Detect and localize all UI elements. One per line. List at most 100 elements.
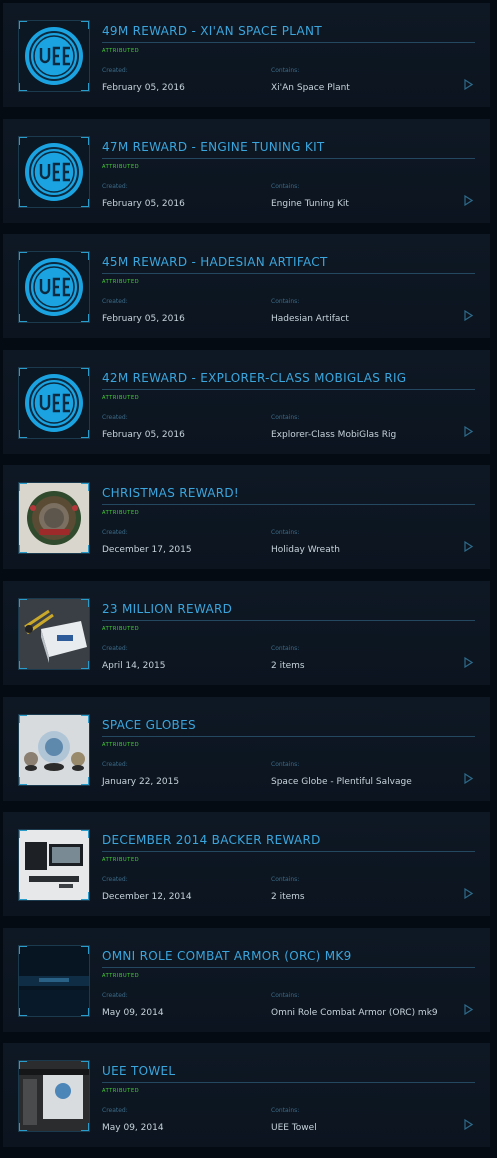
thumbnail-image xyxy=(19,1061,89,1132)
contains-value: Engine Tuning Kit xyxy=(271,198,349,209)
frame-corner xyxy=(19,252,27,261)
frame-corner xyxy=(19,1123,27,1132)
play-icon[interactable] xyxy=(464,657,473,668)
pledge-thumbnail[interactable] xyxy=(18,20,90,92)
frame-corner xyxy=(19,21,27,29)
thumbnail-image xyxy=(19,599,89,669)
contains-label: Contains: xyxy=(271,298,300,306)
contains-value: Holiday Wreath xyxy=(271,545,340,556)
pledge-thumbnail[interactable] xyxy=(18,135,90,208)
thumbnail-image xyxy=(19,367,89,438)
play-icon[interactable] xyxy=(464,772,473,784)
frame-corner xyxy=(81,599,89,607)
created-date: February 05, 2016 xyxy=(102,314,185,325)
pledge-title[interactable]: 42M REWARD - EXPLORER-CLASS MOBIGLAS RIG xyxy=(102,371,475,390)
pledge-item[interactable]: OMNI ROLE COMBAT ARMOR (ORC) MK9 ATTRIBU… xyxy=(3,927,490,1032)
frame-corner xyxy=(19,830,27,839)
pledge-item[interactable]: DECEMBER 2014 BACKER REWARD ATTRIBUTED C… xyxy=(3,812,490,917)
created-date: February 05, 2016 xyxy=(102,198,185,209)
thumbnail-image xyxy=(19,21,89,91)
created-date: May 09, 2014 xyxy=(102,1123,164,1134)
frame-corner xyxy=(81,545,89,554)
frame-corner xyxy=(19,367,27,376)
contains-label: Contains: xyxy=(271,876,300,884)
frame-corner xyxy=(81,483,89,492)
frame-corner xyxy=(19,545,27,554)
contains-label: Contains: xyxy=(271,182,300,190)
pledge-title[interactable]: 45M REWARD - HADESIAN ARTIFACT xyxy=(102,255,475,275)
pledge-title[interactable]: OMNI ROLE COMBAT ARMOR (ORC) MK9 xyxy=(102,949,475,968)
play-icon[interactable] xyxy=(464,310,473,322)
pledge-thumbnail[interactable] xyxy=(18,1060,90,1133)
created-date: April 14, 2015 xyxy=(102,661,166,671)
play-icon[interactable] xyxy=(464,888,473,900)
play-icon[interactable] xyxy=(464,1119,473,1131)
pledge-title[interactable]: 49M REWARD - XI'AN SPACE PLANT xyxy=(102,24,475,43)
pledge-item[interactable]: CHRISTMAS REWARD! ATTRIBUTED Created: De… xyxy=(3,465,490,570)
status-badge: ATTRIBUTED xyxy=(102,741,140,748)
frame-corner xyxy=(81,136,89,145)
created-date: January 22, 2015 xyxy=(102,776,180,787)
pledge-item[interactable]: 45M REWARD - HADESIAN ARTIFACT ATTRIBUTE… xyxy=(3,234,490,339)
thumbnail-image xyxy=(19,945,89,1016)
pledge-title[interactable]: DECEMBER 2014 BACKER REWARD xyxy=(102,833,475,853)
pledge-item[interactable]: 47M REWARD - ENGINE TUNING KIT ATTRIBUTE… xyxy=(3,118,490,223)
pledge-list: 49M REWARD - XI'AN SPACE PLANT ATTRIBUTE… xyxy=(0,0,497,1158)
play-icon[interactable] xyxy=(464,194,473,206)
contains-label: Contains: xyxy=(271,67,300,74)
pledge-thumbnail[interactable] xyxy=(18,482,90,555)
frame-corner xyxy=(81,21,89,29)
created-label: Created: xyxy=(102,991,128,999)
pledge-title[interactable]: SPACE GLOBES xyxy=(102,718,475,737)
created-label: Created: xyxy=(102,298,128,306)
contains-label: Contains: xyxy=(271,760,300,768)
pledge-item[interactable]: UEE TOWEL ATTRIBUTED Created: May 09, 20… xyxy=(3,1043,490,1148)
frame-corner xyxy=(19,136,27,145)
contains-label: Contains: xyxy=(271,645,300,652)
pledge-thumbnail[interactable] xyxy=(18,829,90,902)
status-badge: ATTRIBUTED xyxy=(102,857,140,864)
pledge-item[interactable]: 42M REWARD - EXPLORER-CLASS MOBIGLAS RIG… xyxy=(3,349,490,454)
pledge-thumbnail[interactable] xyxy=(18,944,90,1017)
frame-corner xyxy=(19,198,27,207)
play-icon[interactable] xyxy=(464,425,473,437)
pledge-item[interactable]: SPACE GLOBES ATTRIBUTED Created: January… xyxy=(3,696,490,801)
frame-corner xyxy=(19,1007,27,1016)
pledge-title[interactable]: UEE TOWEL xyxy=(102,1064,475,1084)
thumbnail-image xyxy=(19,830,89,901)
status-badge: ATTRIBUTED xyxy=(102,279,140,286)
pledge-item[interactable]: 49M REWARD - XI'AN SPACE PLANT ATTRIBUTE… xyxy=(3,3,490,107)
pledge-thumbnail[interactable] xyxy=(18,713,90,786)
thumbnail-image xyxy=(19,714,89,785)
pledge-thumbnail[interactable] xyxy=(18,251,90,324)
contains-label: Contains: xyxy=(271,1107,300,1115)
pledge-item[interactable]: 23 MILLION REWARD ATTRIBUTED Created: Ap… xyxy=(3,581,490,685)
frame-corner xyxy=(19,83,27,91)
status-badge: ATTRIBUTED xyxy=(102,394,140,401)
frame-corner xyxy=(81,776,89,785)
frame-corner xyxy=(19,776,27,785)
play-icon[interactable] xyxy=(464,541,473,553)
play-icon[interactable] xyxy=(464,79,473,90)
pledge-title[interactable]: 23 MILLION REWARD xyxy=(102,602,475,621)
frame-corner xyxy=(81,661,89,669)
frame-corner xyxy=(81,198,89,207)
contains-value: 2 items xyxy=(271,892,305,903)
frame-corner xyxy=(81,892,89,901)
pledge-thumbnail[interactable] xyxy=(18,366,90,439)
frame-corner xyxy=(81,314,89,323)
contains-value: Space Globe - Plentiful Salvage xyxy=(271,776,412,787)
frame-corner xyxy=(19,314,27,323)
status-badge: ATTRIBUTED xyxy=(102,163,140,170)
pledge-title[interactable]: CHRISTMAS REWARD! xyxy=(102,486,475,506)
status-badge: ATTRIBUTED xyxy=(102,1088,140,1095)
frame-corner xyxy=(81,252,89,261)
thumbnail-image xyxy=(19,252,89,323)
thumbnail-image xyxy=(19,136,89,207)
created-date: December 12, 2014 xyxy=(102,892,192,903)
created-date: February 05, 2016 xyxy=(102,83,185,93)
frame-corner xyxy=(19,483,27,492)
pledge-thumbnail[interactable] xyxy=(18,598,90,670)
pledge-title[interactable]: 47M REWARD - ENGINE TUNING KIT xyxy=(102,140,475,159)
play-icon[interactable] xyxy=(464,1003,473,1015)
